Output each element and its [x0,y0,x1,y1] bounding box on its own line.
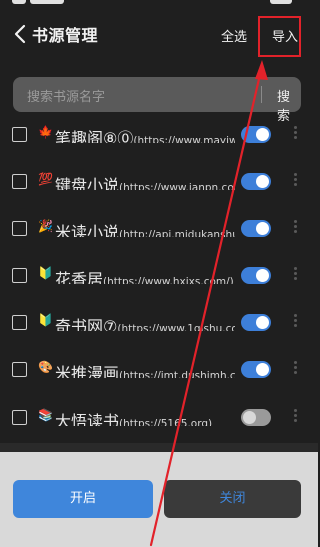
source-emoji-icon: 🎨 [38,360,53,374]
toggle-knob [256,363,269,376]
source-label: 花香居(https://www.hxjxs.com/) [55,266,235,284]
source-name: 花香居 [55,270,104,284]
more-options-icon[interactable] [292,218,298,238]
more-options-icon[interactable] [292,312,298,332]
enable-toggle[interactable] [241,126,271,143]
status-icon [270,0,292,4]
more-options-icon[interactable] [292,265,298,285]
toggle-knob [256,222,269,235]
more-options-icon[interactable] [292,407,298,427]
source-name: 笔趣阁⑧⓪ [55,129,134,143]
source-label: 奇书网⑦(https://www.1qishu.com/) [55,313,235,331]
source-label: 米读小说(http://api.midukanshu.co... [55,219,235,237]
source-url: (https://www.janpn.com/) [119,182,235,190]
status-icon [12,0,26,4]
status-icon [30,0,64,4]
toggle-knob [256,128,269,141]
enable-toggle[interactable] [241,409,271,426]
list-item[interactable]: 🍁 笔趣阁⑧⓪(https://www.mayiwxw.c [0,113,318,157]
source-emoji-icon: 🎉 [38,219,53,233]
enable-button[interactable]: 开启 [13,480,153,518]
source-url: (http://api.midukanshu.co... [119,229,235,237]
toggle-knob [256,175,269,188]
source-name: 奇书网⑦ [55,317,118,331]
list-item[interactable]: 🔰 奇书网⑦(https://www.1qishu.com/) [0,301,318,345]
source-name: 米推漫画 [55,364,120,378]
source-url: (https://www.mayiwxw.c [133,135,235,143]
checkbox[interactable] [12,315,27,330]
source-label: 大悟读书(https://5165.org) [55,408,235,426]
source-label: 笔趣阁⑧⓪(https://www.mayiwxw.c [55,125,235,143]
checkbox[interactable] [12,221,27,236]
more-options-icon[interactable] [292,124,298,144]
select-all-button[interactable]: 全选 [221,26,247,45]
enable-toggle[interactable] [241,361,271,378]
status-bar [0,0,318,8]
source-name: 大悟读书 [55,412,120,426]
list-item[interactable]: 💯 键盘小说(https://www.janpn.com/) [0,160,318,204]
enable-toggle[interactable] [241,314,271,331]
source-url: (https://5165.org) [119,418,213,426]
search-divider [261,86,262,103]
back-arrow-icon[interactable] [10,21,32,47]
checkbox[interactable] [12,268,27,283]
source-name: 米读小说 [55,223,120,237]
list-item[interactable]: 📚 大悟读书(https://5165.org) [0,396,318,440]
source-emoji-icon: 🔰 [38,266,53,280]
source-url: (https://imt.dushimh.com) [119,370,235,378]
more-options-icon[interactable] [292,171,298,191]
list-item[interactable]: 🎨 米推漫画(https://imt.dushimh.com) [0,348,318,392]
toggle-knob [256,316,269,329]
source-emoji-icon: 🍁 [38,125,53,139]
source-name: 键盘小说 [55,176,120,190]
import-highlight-box [258,16,301,57]
more-options-icon[interactable] [292,359,298,379]
source-label: 米推漫画(https://imt.dushimh.com) [55,360,235,378]
list-item[interactable]: 🎉 米读小说(http://api.midukanshu.co... [0,207,318,251]
checkbox[interactable] [12,127,27,142]
source-emoji-icon: 🔰 [38,313,53,327]
source-url: (https://www.hxjxs.com/) [103,276,234,284]
page-title: 书源管理 [32,26,99,45]
enable-toggle[interactable] [241,267,271,284]
list-item[interactable]: 🔰 花香居(https://www.hxjxs.com/) [0,254,318,298]
checkbox[interactable] [12,410,27,425]
checkbox[interactable] [12,174,27,189]
source-emoji-icon: 💯 [38,172,53,186]
enable-toggle[interactable] [241,173,271,190]
source-emoji-icon: 📚 [38,408,53,422]
checkbox[interactable] [12,362,27,377]
search-input[interactable]: 搜索书源名字 [27,86,105,105]
search-bar: 搜索书源名字 搜索 [13,77,301,124]
close-button[interactable]: 关闭 [164,480,301,518]
enable-toggle[interactable] [241,220,271,237]
source-url: (https://www.1qishu.com/) [117,323,235,331]
list-bottom-edge [0,443,318,452]
toggle-knob [256,269,269,282]
toggle-knob [243,411,256,424]
source-label: 键盘小说(https://www.janpn.com/) [55,172,235,190]
